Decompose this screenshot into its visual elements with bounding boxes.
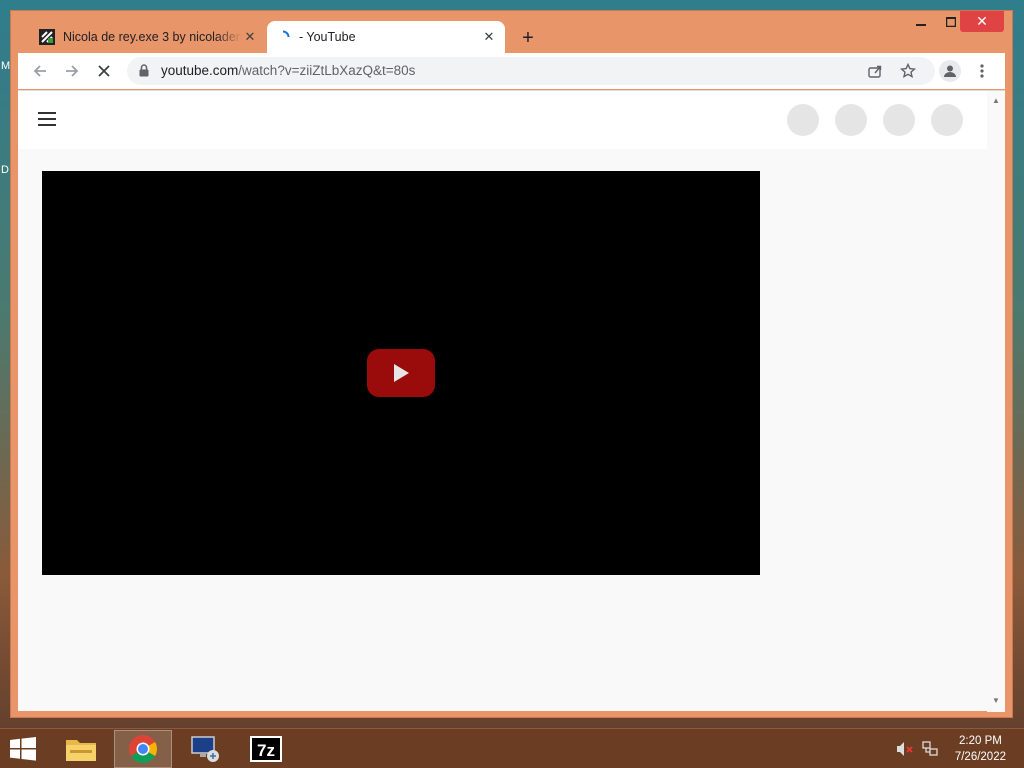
browser-toolbar: youtube.com/watch?v=ziiZtLbXazQ&t=80s (18, 53, 1005, 89)
7zip-icon[interactable]: 7z (237, 730, 295, 768)
network-monitor-icon[interactable] (176, 730, 234, 768)
back-icon[interactable] (30, 61, 50, 81)
forward-icon[interactable] (62, 61, 82, 81)
app-icon (39, 29, 55, 45)
menu-kebab-icon[interactable] (972, 61, 992, 81)
header-placeholder (931, 104, 963, 136)
7zip-label: 7z (257, 741, 275, 760)
bookmark-star-icon[interactable] (898, 61, 918, 81)
stop-loading-icon[interactable] (94, 61, 114, 81)
desktop-icon-label: D (1, 164, 9, 176)
tab-nicola[interactable]: Nicola de rey.exe 3 by nicoladerey ✕ (31, 21, 266, 53)
scroll-down-icon[interactable]: ▼ (992, 696, 1000, 705)
youtube-header (18, 91, 987, 149)
lock-icon[interactable] (139, 64, 149, 82)
volume-muted-icon[interactable] (896, 741, 914, 762)
hamburger-menu-icon[interactable] (38, 112, 56, 126)
scroll-up-icon[interactable]: ▲ (992, 96, 1000, 105)
url-path: /watch?v=ziiZtLbXazQ&t=80s (238, 63, 416, 78)
tab-youtube[interactable]: - YouTube ✕ (267, 21, 505, 53)
tab-close-button[interactable]: ✕ (242, 29, 258, 45)
close-window-button[interactable]: ✕ (960, 11, 1004, 32)
url-host: youtube.com (161, 63, 239, 78)
header-placeholder (883, 104, 915, 136)
play-icon (394, 364, 409, 382)
scrollbar[interactable]: ▲ ▼ (987, 91, 1005, 712)
desktop-icon-label: M (1, 60, 11, 72)
profile-icon[interactable] (939, 60, 961, 82)
system-clock[interactable]: 2:20 PM 7/26/2022 (955, 733, 1006, 765)
play-button[interactable] (367, 349, 435, 397)
tab-strip: Nicola de rey.exe 3 by nicoladerey ✕ - Y… (11, 11, 1012, 53)
loading-spinner-icon (275, 29, 291, 45)
clock-time: 2:20 PM (959, 735, 1002, 747)
header-placeholder (787, 104, 819, 136)
header-placeholder (835, 104, 867, 136)
clock-date: 7/26/2022 (954, 751, 1006, 763)
taskbar: 7z 2:20 PM 7/26/2022 (0, 728, 1024, 768)
file-explorer-icon[interactable] (52, 730, 110, 768)
windows-start-icon[interactable] (8, 736, 38, 762)
video-player[interactable] (42, 171, 760, 575)
new-tab-button[interactable]: + (516, 26, 540, 50)
tab-title: - YouTube (299, 30, 356, 44)
minimize-button[interactable] (901, 11, 941, 32)
browser-window: Nicola de rey.exe 3 by nicoladerey ✕ - Y… (10, 10, 1013, 718)
address-bar[interactable]: youtube.com/watch?v=ziiZtLbXazQ&t=80s (127, 57, 935, 85)
tab-close-button[interactable]: ✕ (481, 29, 497, 45)
network-icon[interactable] (922, 741, 938, 762)
chrome-icon[interactable] (114, 730, 172, 768)
url-text[interactable]: youtube.com/watch?v=ziiZtLbXazQ&t=80s (161, 63, 415, 78)
page-content: ▲ ▼ (18, 90, 1005, 712)
share-icon[interactable] (865, 61, 885, 81)
tab-title: Nicola de rey.exe 3 by nicoladerey (63, 30, 242, 44)
